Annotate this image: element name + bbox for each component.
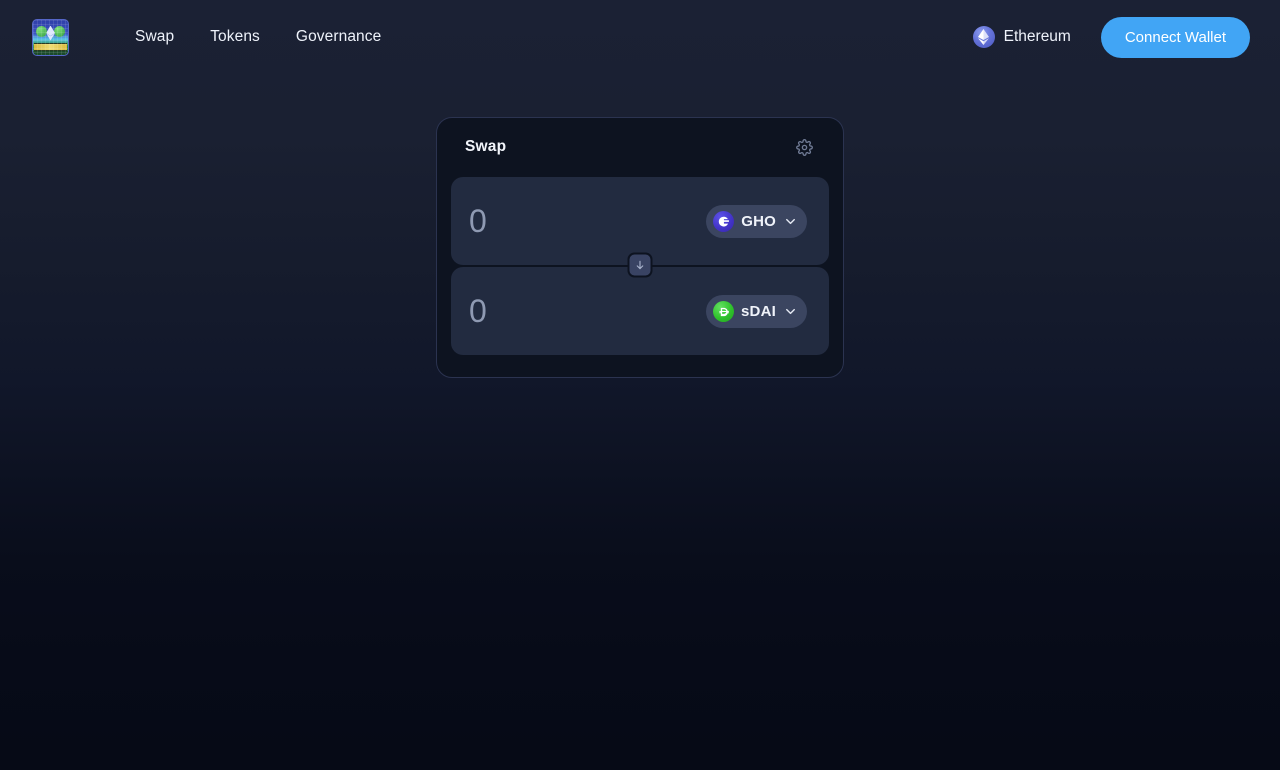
app-logo-icon[interactable] bbox=[32, 18, 69, 56]
to-token-select[interactable]: sDAI bbox=[706, 294, 807, 328]
to-token-symbol: sDAI bbox=[741, 302, 776, 320]
chevron-down-icon bbox=[783, 214, 798, 229]
nav-link-governance[interactable]: Governance bbox=[278, 20, 399, 54]
logo-pixel-grid bbox=[33, 19, 68, 55]
chain-selector[interactable]: Ethereum bbox=[972, 26, 1071, 48]
gear-icon[interactable] bbox=[793, 136, 815, 158]
swap-to-panel: sDAI bbox=[451, 267, 829, 355]
swap-body: GHO bbox=[451, 177, 829, 355]
swap-direction-button[interactable] bbox=[627, 252, 653, 278]
to-amount-input[interactable] bbox=[469, 292, 707, 330]
from-token-symbol: GHO bbox=[741, 212, 776, 230]
from-token-select[interactable]: GHO bbox=[706, 204, 807, 238]
connect-wallet-button[interactable]: Connect Wallet bbox=[1100, 16, 1250, 58]
main-nav: Swap Tokens Governance bbox=[117, 20, 399, 54]
swap-card-header: Swap bbox=[451, 136, 829, 158]
gho-token-icon bbox=[713, 210, 735, 232]
main-content: Swap GHO bbox=[0, 74, 1280, 378]
from-amount-input[interactable] bbox=[469, 202, 707, 240]
swap-title: Swap bbox=[465, 138, 507, 155]
nav-link-tokens[interactable]: Tokens bbox=[192, 20, 278, 54]
sdai-token-icon bbox=[713, 300, 735, 322]
ethereum-icon bbox=[972, 26, 995, 48]
header-right-group: Ethereum Connect Wallet bbox=[972, 16, 1250, 58]
chain-name-label: Ethereum bbox=[1003, 28, 1071, 45]
nav-link-swap[interactable]: Swap bbox=[117, 20, 192, 54]
chevron-down-icon bbox=[783, 304, 798, 319]
site-header: Swap Tokens Governance Ethereum Connect … bbox=[0, 0, 1280, 74]
swap-card: Swap GHO bbox=[436, 117, 844, 378]
